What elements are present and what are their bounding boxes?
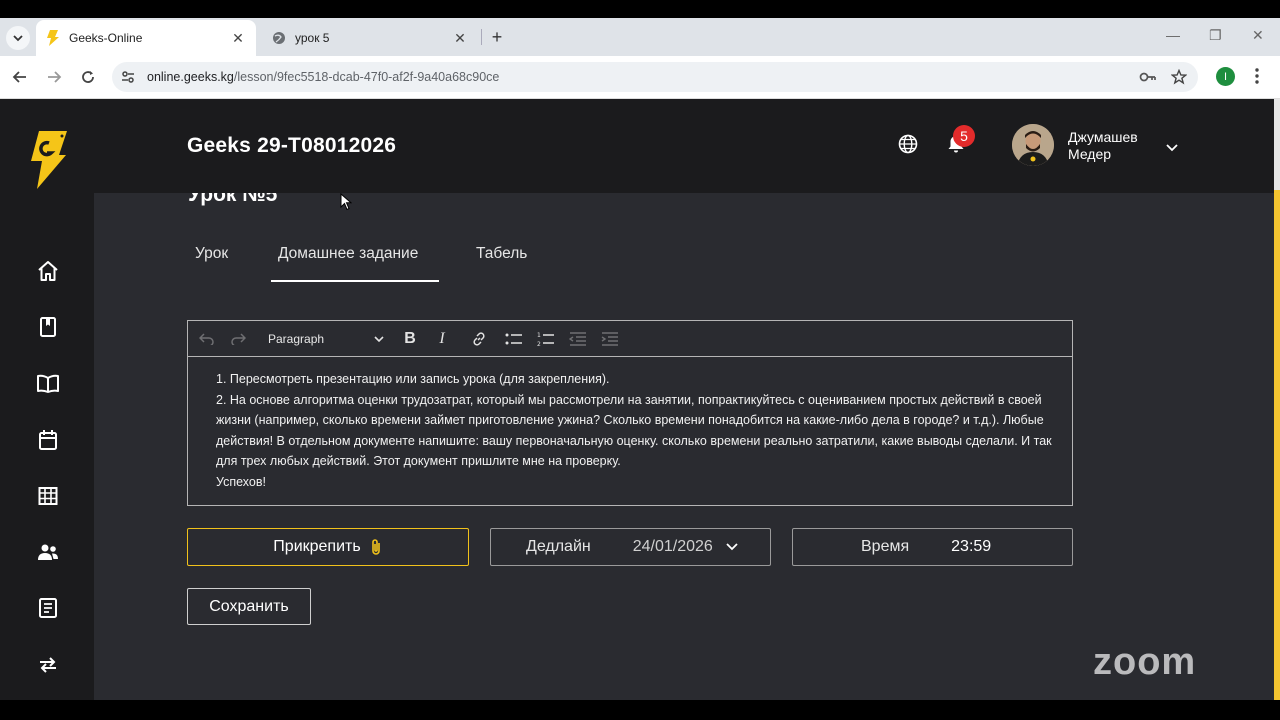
browser-menu-icon[interactable] xyxy=(1254,67,1260,90)
tab-attendance[interactable]: Табель xyxy=(476,245,527,263)
site-viewport: Урок №5 Урок Домашнее задание Табель Par… xyxy=(0,99,1274,700)
editor-content[interactable]: 1. Пересмотреть презентацию или запись у… xyxy=(216,369,1056,493)
new-tab-button[interactable]: + xyxy=(486,26,508,48)
tab-title: Geeks-Online xyxy=(69,31,143,45)
browser-toolbar: online.geeks.kg/lesson/9fec5518-dcab-47f… xyxy=(0,56,1280,99)
homework-editor: Paragraph B I 12 1. Пересмотреть презент… xyxy=(187,320,1073,506)
screen-bottom-bar xyxy=(0,700,1280,720)
tab-homework[interactable]: Домашнее задание xyxy=(278,245,418,263)
url-text: online.geeks.kg/lesson/9fec5518-dcab-47f… xyxy=(147,70,499,84)
profile-avatar[interactable]: I xyxy=(1216,67,1235,86)
arrow-right-icon xyxy=(48,71,62,83)
undo-icon[interactable] xyxy=(198,329,216,349)
indent-icon[interactable] xyxy=(601,329,619,349)
user-avatar[interactable] xyxy=(1012,124,1054,166)
paragraph-select-value: Paragraph xyxy=(268,332,325,346)
site-header: Geeks 29-T08012026 5 Джумашев Медер xyxy=(94,99,1274,193)
homework-closing: Успехов! xyxy=(216,474,266,489)
bookmark-book-icon[interactable] xyxy=(36,315,60,339)
svg-text:1: 1 xyxy=(537,332,541,339)
numbered-list-icon[interactable]: 12 xyxy=(537,329,555,349)
user-first-name: Медер xyxy=(1068,146,1112,162)
mouse-cursor-icon xyxy=(340,192,353,216)
reload-button[interactable] xyxy=(77,66,99,88)
time-picker[interactable]: Время 23:59 xyxy=(792,528,1073,566)
home-icon[interactable] xyxy=(36,259,60,283)
tab-title: урок 5 xyxy=(295,31,330,45)
bulleted-list-icon[interactable] xyxy=(505,329,523,349)
site-settings-icon[interactable] xyxy=(120,69,136,90)
user-name[interactable]: Джумашев Медер xyxy=(1068,129,1138,163)
attach-file-button[interactable]: Прикрепить xyxy=(187,528,469,566)
outdent-icon[interactable] xyxy=(569,329,587,349)
time-label: Время xyxy=(861,538,910,555)
link-icon[interactable] xyxy=(470,329,488,349)
paragraph-select[interactable]: Paragraph xyxy=(268,329,384,349)
browser-tab-geeks[interactable]: Geeks-Online ✕ xyxy=(36,20,256,56)
screen-top-bar xyxy=(0,0,1280,18)
close-window-button[interactable]: ✕ xyxy=(1252,27,1264,44)
bold-icon[interactable]: B xyxy=(402,329,418,349)
page-scrollbar-thumb[interactable] xyxy=(1274,190,1280,700)
close-tab-icon[interactable]: ✕ xyxy=(228,28,248,48)
save-button[interactable]: Сохранить xyxy=(187,588,311,625)
svg-text:2: 2 xyxy=(537,341,541,347)
browser-tab-lesson[interactable]: урок 5 ✕ xyxy=(262,20,478,56)
restore-button[interactable]: ❐ xyxy=(1209,27,1222,44)
open-book-icon[interactable] xyxy=(36,372,60,396)
group-users-icon[interactable] xyxy=(36,540,60,564)
tab-lesson[interactable]: Урок xyxy=(195,245,228,263)
homework-item-2: 2. На основе алгоритма оценки трудозатра… xyxy=(216,392,1052,469)
table-grid-icon[interactable] xyxy=(36,484,60,508)
attach-label: Прикрепить xyxy=(273,538,361,555)
url-host: online.geeks.kg xyxy=(147,70,234,84)
address-bar[interactable]: online.geeks.kg/lesson/9fec5518-dcab-47f… xyxy=(112,62,1198,92)
paperclip-icon xyxy=(371,539,380,555)
chevron-down-icon xyxy=(374,336,384,343)
user-last-name: Джумашев xyxy=(1068,129,1138,145)
geeks-favicon-icon xyxy=(46,30,60,46)
minimize-button[interactable]: — xyxy=(1166,27,1180,43)
zoom-watermark: zoom xyxy=(1093,641,1197,683)
redo-icon[interactable] xyxy=(229,329,247,349)
chevron-down-icon xyxy=(13,35,23,42)
tab-divider xyxy=(481,29,482,45)
document-list-icon[interactable] xyxy=(36,596,60,620)
url-path: /lesson/9fec5518-dcab-47f0-af2f-9a40a68c… xyxy=(233,70,500,84)
tab-search-button[interactable] xyxy=(6,26,30,50)
swap-arrows-icon[interactable] xyxy=(36,653,60,677)
browser-tab-strip: Geeks-Online ✕ урок 5 ✕ + — ❐ ✕ xyxy=(0,18,1280,56)
deadline-picker[interactable]: Дедлайн 24/01/2026 xyxy=(490,528,771,566)
chevron-down-icon xyxy=(726,543,738,551)
bookmark-star-icon[interactable] xyxy=(1170,68,1188,90)
globe-favicon-icon xyxy=(272,31,286,45)
notifications-badge: 5 xyxy=(953,125,975,147)
reload-icon xyxy=(82,71,94,83)
italic-icon[interactable]: I xyxy=(435,329,449,349)
homework-item-1: 1. Пересмотреть презентацию или запись у… xyxy=(216,372,610,386)
active-tab-indicator xyxy=(271,280,439,282)
geeks-logo-icon[interactable] xyxy=(29,131,67,194)
group-title: Geeks 29-T08012026 xyxy=(187,134,397,157)
editor-toolbar: Paragraph B I 12 xyxy=(188,321,1072,357)
forward-button[interactable] xyxy=(43,66,65,88)
password-key-icon[interactable] xyxy=(1139,69,1157,90)
calendar-icon[interactable] xyxy=(36,428,60,452)
arrow-left-icon xyxy=(12,71,26,83)
sidebar xyxy=(0,99,94,700)
deadline-label: Дедлайн xyxy=(526,538,591,555)
back-button[interactable] xyxy=(9,66,31,88)
time-value[interactable]: 23:59 xyxy=(951,538,991,556)
language-globe-icon[interactable] xyxy=(898,134,918,159)
close-tab-icon[interactable]: ✕ xyxy=(450,28,470,48)
user-menu-chevron-icon[interactable] xyxy=(1166,139,1178,157)
deadline-value: 24/01/2026 xyxy=(632,538,713,555)
